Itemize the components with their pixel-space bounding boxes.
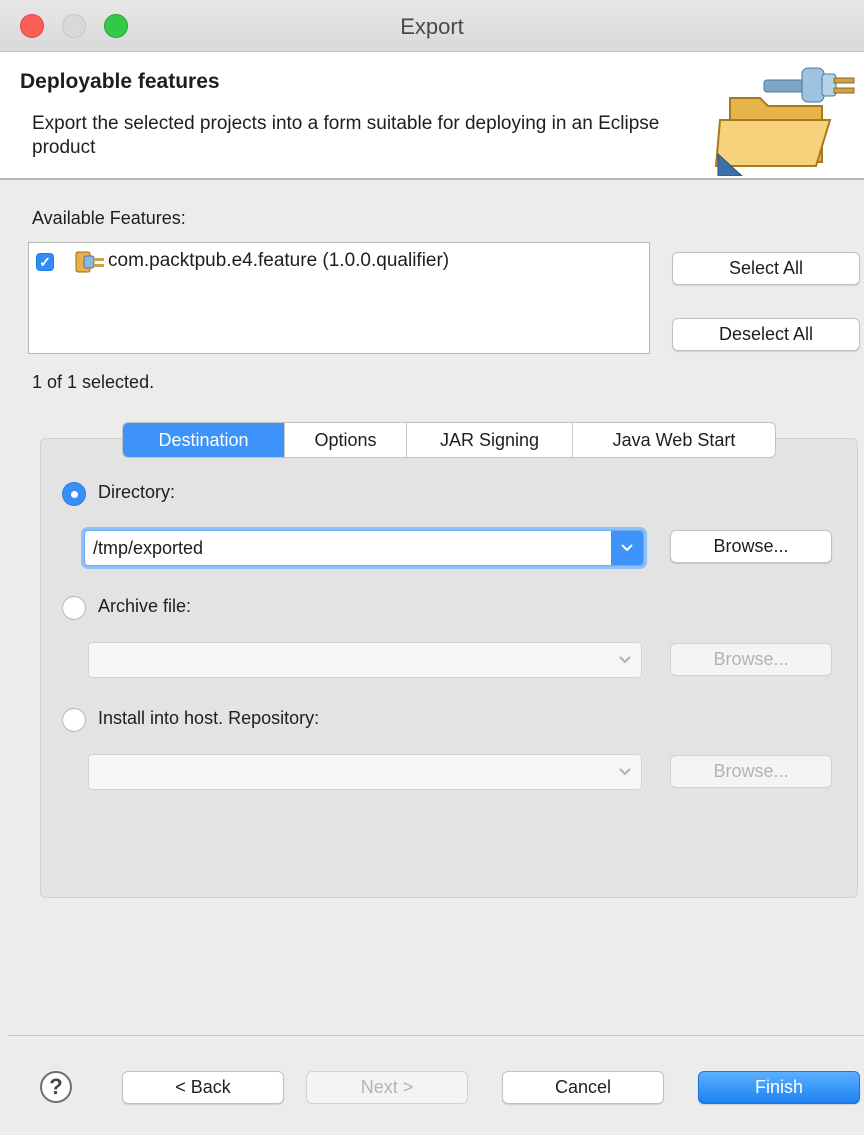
repository-browse-button[interactable]: Browse... — [670, 755, 832, 788]
deselect-all-button[interactable]: Deselect All — [672, 318, 860, 351]
title-bar: Export — [0, 0, 864, 52]
directory-radio[interactable] — [62, 482, 86, 506]
chevron-down-icon[interactable] — [609, 643, 641, 677]
install-repository-label: Install into host. Repository: — [98, 708, 320, 728]
cancel-button[interactable]: Cancel — [502, 1071, 664, 1104]
archive-file-combo[interactable] — [88, 642, 642, 678]
tab-java-web-start[interactable]: Java Web Start — [573, 423, 775, 457]
tab-bar: Destination Options JAR Signing Java Web… — [122, 422, 776, 458]
repository-combo[interactable] — [88, 754, 642, 790]
directory-label: Directory: — [98, 482, 176, 502]
help-icon[interactable]: ? — [40, 1071, 72, 1103]
feature-plugin-icon — [75, 251, 104, 273]
archive-file-radio[interactable] — [62, 596, 86, 620]
footer-divider — [8, 1035, 864, 1036]
select-all-button[interactable]: Select All — [672, 252, 860, 285]
tab-jar-signing[interactable]: JAR Signing — [407, 423, 573, 457]
chevron-down-icon[interactable] — [609, 755, 641, 789]
export-dialog: Export Deployable features Export the se… — [0, 0, 864, 1135]
archive-file-label: Archive file: — [98, 596, 192, 616]
directory-browse-button[interactable]: Browse... — [670, 530, 832, 563]
available-features-label: Available Features: — [32, 208, 186, 228]
folder-export-icon — [714, 67, 855, 176]
tab-destination[interactable]: Destination — [123, 423, 285, 457]
feature-item-label[interactable]: com.packtpub.e4.feature (1.0.0.qualifier… — [108, 250, 449, 272]
tab-options[interactable]: Options — [285, 423, 407, 457]
window-title: Export — [400, 14, 464, 39]
next-button[interactable]: Next > — [306, 1071, 468, 1104]
page-title: Deployable features — [20, 70, 220, 93]
wizard-header: Deployable features Export the selected … — [0, 52, 864, 180]
install-repository-radio[interactable] — [62, 708, 86, 732]
feature-checkbox[interactable]: ✓ — [36, 253, 54, 271]
directory-combo[interactable]: /tmp/exported — [84, 530, 644, 566]
page-description: Export the selected projects into a form… — [32, 113, 660, 158]
archive-browse-button[interactable]: Browse... — [670, 643, 832, 676]
directory-value: /tmp/exported — [93, 538, 204, 558]
back-button[interactable]: < Back — [122, 1071, 284, 1104]
selection-status: 1 of 1 selected. — [32, 372, 155, 392]
finish-button[interactable]: Finish — [698, 1071, 860, 1104]
chevron-down-icon[interactable] — [611, 531, 643, 565]
